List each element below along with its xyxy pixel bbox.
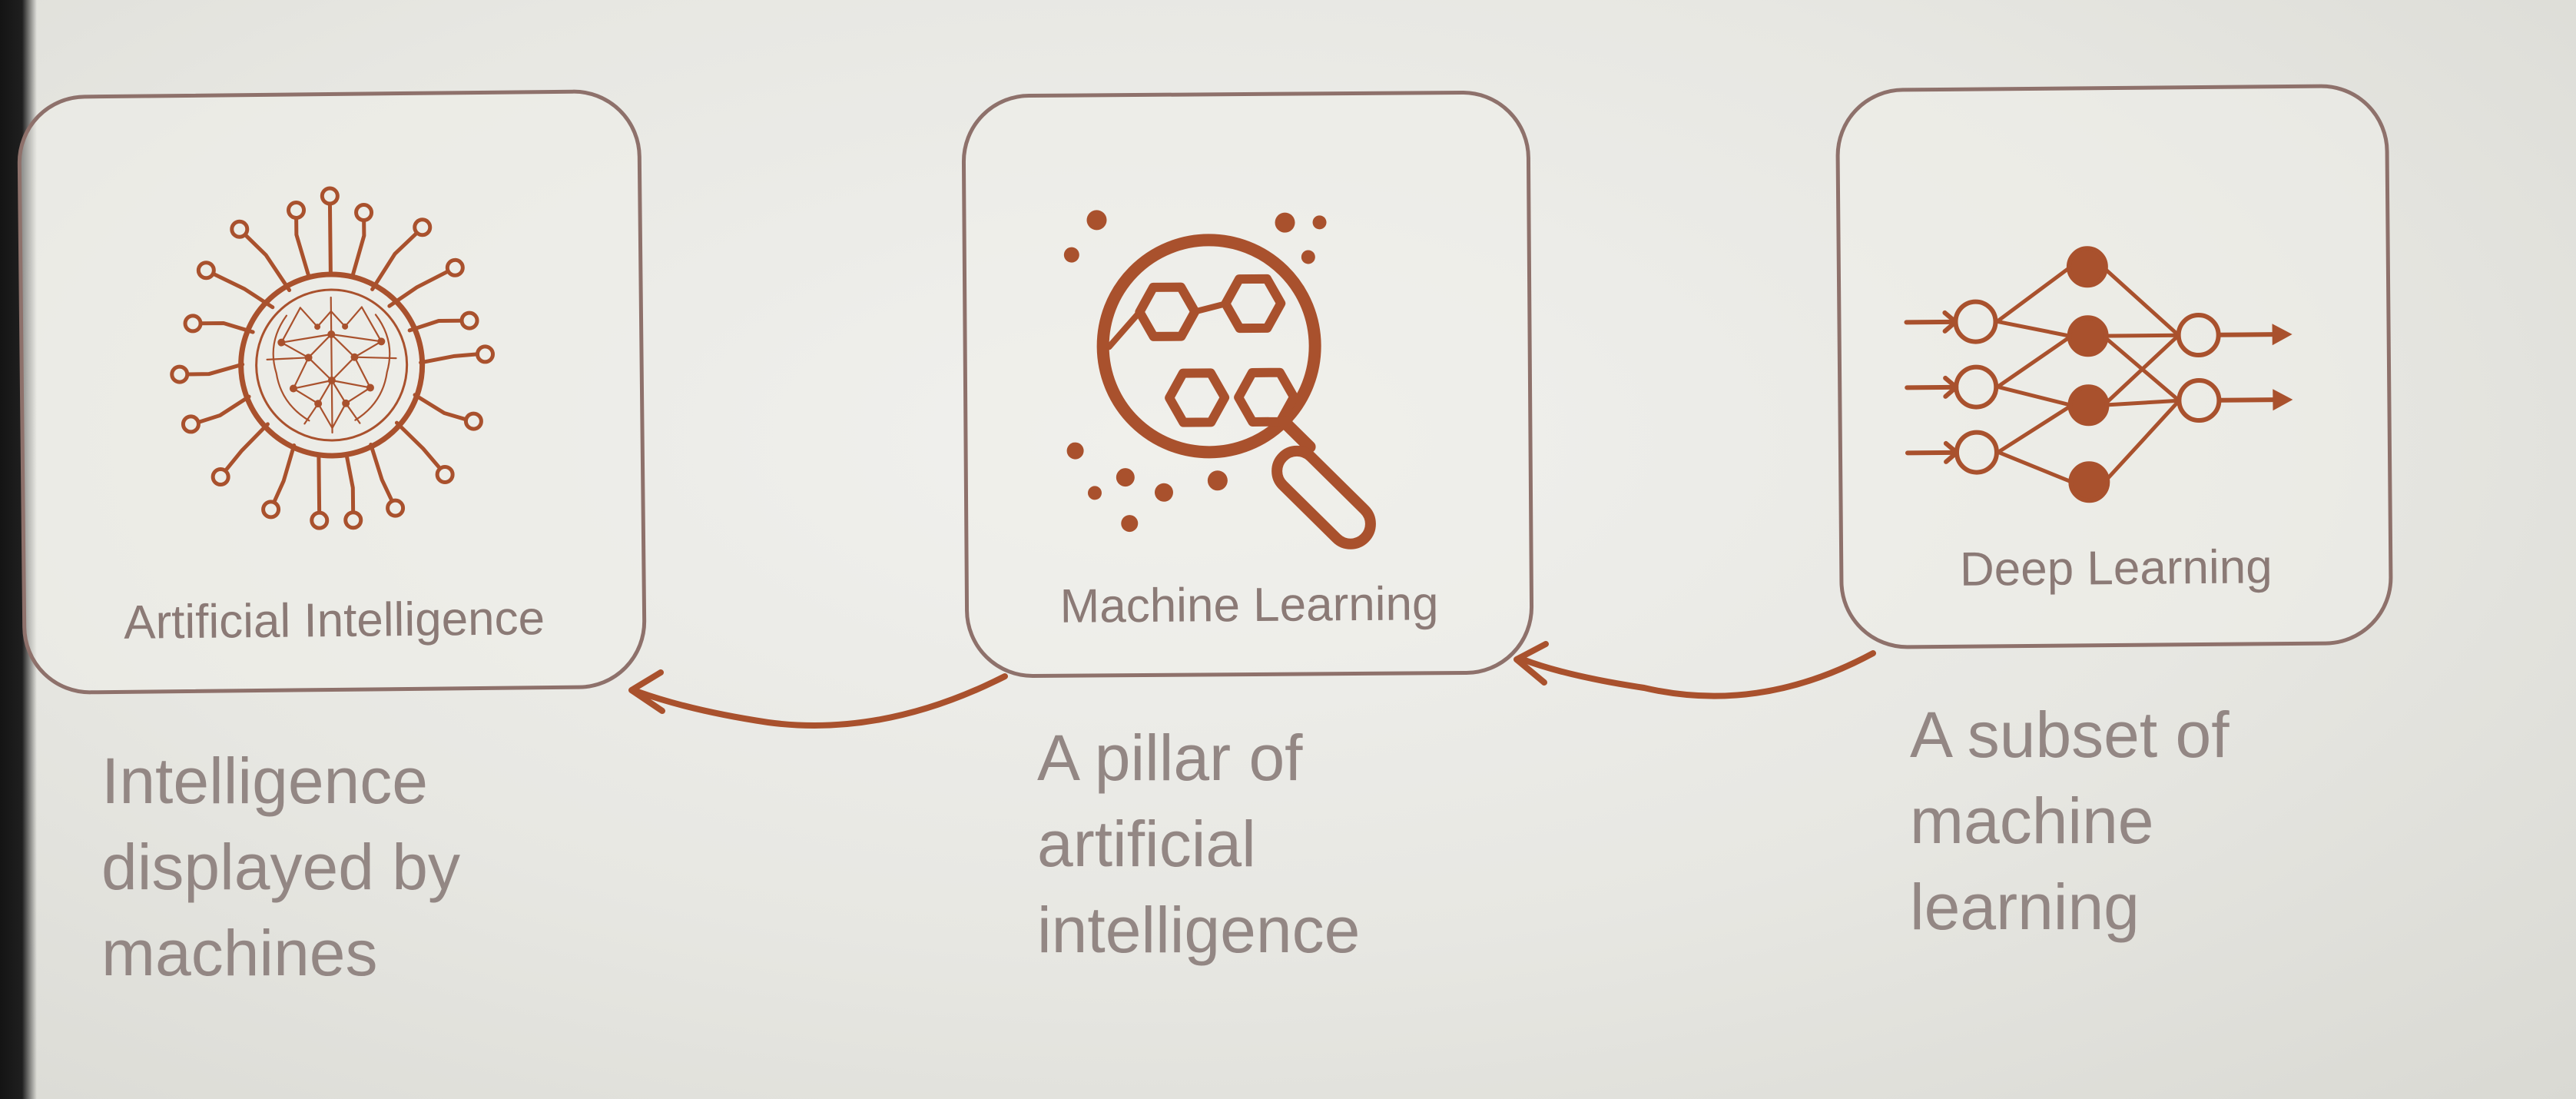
- caption-artificial-intelligence: Intelligence displayed by machines: [101, 745, 460, 989]
- caption-deep-learning: A subset of machine learning: [1910, 699, 2230, 943]
- arrow-ml-to-ai: [628, 669, 1008, 729]
- arrow-dl-to-ml: [1513, 641, 1876, 699]
- caption-machine-learning: A pillar of artificial intelligence: [1037, 722, 1361, 966]
